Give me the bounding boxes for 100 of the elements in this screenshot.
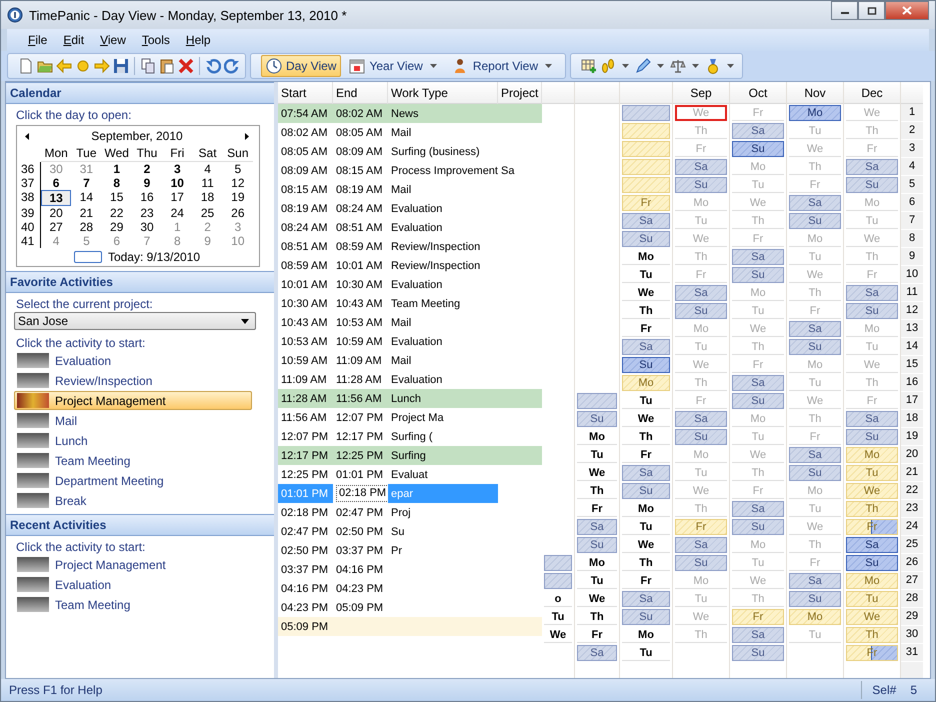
day-cell[interactable]: Mo	[732, 537, 784, 553]
calendar-day[interactable]: 16	[132, 190, 162, 206]
day-cell[interactable]: Sa	[622, 339, 670, 355]
calendar-day[interactable]: 17	[162, 190, 192, 206]
day-cell[interactable]: Sa	[622, 465, 670, 481]
close-button[interactable]	[885, 1, 929, 20]
entry-row[interactable]: 10:43 AM 10:53 AM Mail	[278, 313, 542, 332]
day-cell[interactable]: Th	[732, 591, 784, 607]
delete-icon[interactable]	[178, 58, 194, 74]
copy-icon[interactable]	[140, 58, 156, 74]
day-cell[interactable]: Fr	[622, 321, 670, 337]
day-cell[interactable]: Tu	[675, 465, 727, 481]
day-cell[interactable]: We	[622, 537, 670, 553]
entry-row[interactable]: 12:17 PM 12:25 PM Surfing	[278, 446, 542, 465]
calendar-day[interactable]: 31	[71, 162, 102, 176]
day-cell[interactable]: Su	[622, 357, 670, 373]
day-cell[interactable]: Mo	[577, 429, 617, 445]
day-cell[interactable]: We	[622, 285, 670, 301]
entry-row[interactable]: 10:30 AM 10:43 AM Team Meeting	[278, 294, 542, 313]
day-cell[interactable]: Th	[675, 249, 727, 265]
calendar-day[interactable]: 30	[41, 162, 72, 176]
activity-item[interactable]: Project Management	[14, 555, 252, 574]
day-cell[interactable]: Mo	[789, 357, 841, 373]
day-cell[interactable]: Fr	[732, 357, 784, 373]
calendar-day[interactable]: 1	[162, 220, 192, 234]
calendar-day[interactable]: 15	[102, 190, 132, 206]
entry-row[interactable]: 01:01 PM 02:18 PM epar	[278, 484, 542, 503]
entry-row[interactable]: 02:47 PM 02:50 PM Su	[278, 522, 542, 541]
entry-row[interactable]: 08:19 AM 08:24 AM Evaluation	[278, 199, 542, 218]
activity-item[interactable]: Break	[14, 491, 252, 510]
previous-month-icon[interactable]	[25, 132, 29, 140]
entry-row[interactable]: 11:09 AM 11:28 AM Evaluation	[278, 370, 542, 389]
project-dropdown[interactable]: San Jose	[14, 312, 256, 330]
entry-row[interactable]: 11:56 AM 12:07 PM Project Ma	[278, 408, 542, 427]
day-cell[interactable]: Sa	[732, 627, 784, 643]
day-cell[interactable]: We	[577, 591, 617, 607]
calendar-day[interactable]: 21	[71, 206, 102, 220]
day-cell[interactable]: We	[789, 393, 841, 409]
day-cell[interactable]: We	[789, 519, 841, 535]
calendar-day[interactable]: 8	[162, 234, 192, 248]
day-cell[interactable]: Fr	[732, 105, 784, 121]
calendar-day[interactable]: 9	[132, 176, 162, 190]
pencil-icon[interactable]	[635, 58, 651, 74]
calendar-day[interactable]: 10	[162, 176, 192, 190]
calendar-day[interactable]: 26	[222, 206, 253, 220]
day-cell[interactable]: Th	[675, 501, 727, 517]
undo-icon[interactable]	[205, 58, 221, 74]
day-cell[interactable]: Tu	[675, 339, 727, 355]
view-button[interactable]: Report View	[448, 55, 560, 77]
day-cell[interactable]: Su	[789, 591, 841, 607]
day-cell[interactable]: Tu	[544, 609, 572, 625]
day-cell[interactable]: Sa	[846, 537, 898, 553]
new-document-icon[interactable]	[18, 58, 34, 74]
day-cell[interactable]: Mo	[846, 573, 898, 589]
day-cell[interactable]: Fr	[789, 303, 841, 319]
caret-icon[interactable]	[657, 64, 664, 68]
day-cell[interactable]: Sa	[732, 501, 784, 517]
day-cell[interactable]: Su	[675, 555, 727, 571]
day-cell[interactable]: Sa	[789, 195, 841, 211]
day-cell[interactable]: Sa	[789, 573, 841, 589]
calendar-day[interactable]: 12	[222, 176, 253, 190]
day-cell[interactable]: Mo	[622, 627, 670, 643]
day-cell[interactable]: Mo	[675, 321, 727, 337]
day-cell[interactable]: Su	[732, 267, 784, 283]
day-cell[interactable]: Tu	[732, 429, 784, 445]
day-cell[interactable]: Fr	[789, 177, 841, 193]
day-cell[interactable]: Su	[675, 177, 727, 193]
day-cell[interactable]: Tu	[732, 303, 784, 319]
day-cell[interactable]: Tu	[622, 393, 670, 409]
day-cell[interactable]: Fr	[622, 573, 670, 589]
day-cell[interactable]: Th	[789, 537, 841, 553]
day-cell[interactable]: Su	[789, 213, 841, 229]
calendar-day[interactable]: 5	[71, 234, 102, 248]
entry-row[interactable]: 12:25 PM 01:01 PM Evaluat	[278, 465, 542, 484]
day-cell[interactable]: Fr	[675, 519, 727, 535]
calendar-day[interactable]: 4	[192, 162, 223, 176]
view-button[interactable]: Day View	[261, 55, 342, 77]
minimize-button[interactable]	[831, 1, 858, 20]
day-cell[interactable]	[544, 573, 572, 589]
day-cell[interactable]: Fr	[622, 195, 670, 211]
day-cell[interactable]: Mo	[622, 501, 670, 517]
day-cell[interactable]	[577, 393, 617, 409]
back-arrow-icon[interactable]	[56, 58, 72, 74]
entry-row[interactable]: 08:59 AM 10:01 AM Review/Inspection	[278, 256, 542, 275]
day-cell[interactable]: Fr	[846, 267, 898, 283]
day-cell[interactable]: Sa	[675, 411, 727, 427]
entry-row[interactable]: 08:02 AM 08:05 AM Mail	[278, 123, 542, 142]
next-month-icon[interactable]	[245, 132, 249, 140]
day-cell[interactable]: Tu	[789, 123, 841, 139]
calendar-day[interactable]: 4	[41, 234, 72, 248]
day-cell[interactable]: Tu	[846, 339, 898, 355]
view-button[interactable]: Year View	[344, 55, 445, 77]
day-cell[interactable]: Tu	[577, 573, 617, 589]
calendar-day[interactable]: 10	[222, 234, 253, 248]
day-cell[interactable]: Su	[622, 609, 670, 625]
day-cell[interactable]: Su	[846, 177, 898, 193]
calendar-day[interactable]: 27	[41, 220, 72, 234]
day-cell[interactable]: We	[846, 357, 898, 373]
day-cell[interactable]: Su	[675, 429, 727, 445]
calendar-day[interactable]: 3	[162, 162, 192, 176]
